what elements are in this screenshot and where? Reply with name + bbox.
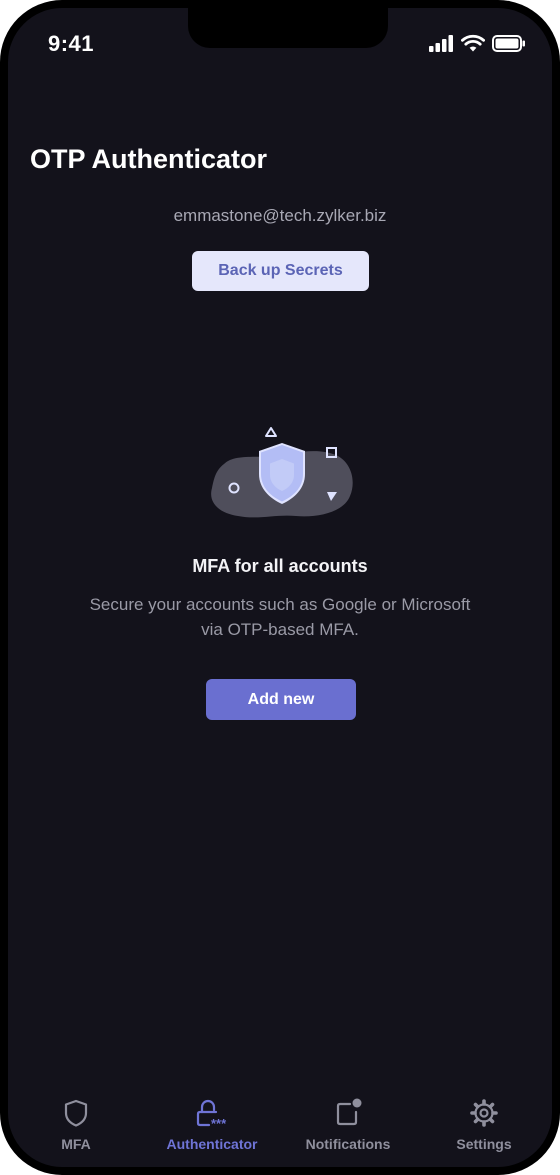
empty-state-description: Secure your accounts such as Google or M… [8, 592, 552, 642]
empty-state-description-line-2: via OTP-based MFA. [201, 620, 359, 639]
tab-label-mfa: MFA [61, 1136, 91, 1152]
device-frame: 9:41 OTP Authenticator emmastone@tech.zy… [0, 0, 560, 1175]
tab-mfa[interactable]: MFA [8, 1088, 144, 1167]
status-time: 9:41 [48, 31, 95, 56]
status-icons [429, 34, 526, 52]
svg-text:***: *** [211, 1116, 227, 1128]
back-up-secrets-button[interactable]: Back up Secrets [192, 251, 369, 291]
wifi-icon [461, 34, 485, 52]
tab-label-settings: Settings [456, 1136, 512, 1152]
empty-state-heading: MFA for all accounts [192, 556, 368, 576]
page-title: OTP Authenticator [30, 144, 268, 174]
shield-icon [64, 1099, 88, 1127]
tab-notifications[interactable]: Notifications [280, 1088, 416, 1167]
empty-state-description-line-1: Secure your accounts such as Google or M… [89, 595, 471, 614]
cellular-signal-icon [429, 34, 453, 52]
mfa-shield-illustration [211, 427, 353, 518]
account-email: emmastone@tech.zylker.biz [173, 206, 387, 225]
tab-settings[interactable]: Settings [416, 1088, 552, 1167]
battery-icon [492, 34, 525, 52]
tab-label-notifications: Notifications [305, 1136, 391, 1152]
app-screen: 9:41 OTP Authenticator emmastone@tech.zy… [8, 8, 552, 1167]
tab-authenticator[interactable]: *** Authenticator [144, 1088, 280, 1167]
tab-label-authenticator: Authenticator [166, 1136, 258, 1152]
bottom-tab-bar: MFA *** Authenticator Notifications Sett… [8, 1088, 552, 1167]
device-notch [188, 8, 388, 48]
notification-icon [336, 1098, 362, 1126]
gear-icon [470, 1099, 498, 1127]
lock-asterisk-icon: *** [196, 1099, 227, 1128]
add-new-button[interactable]: Add new [206, 679, 356, 720]
